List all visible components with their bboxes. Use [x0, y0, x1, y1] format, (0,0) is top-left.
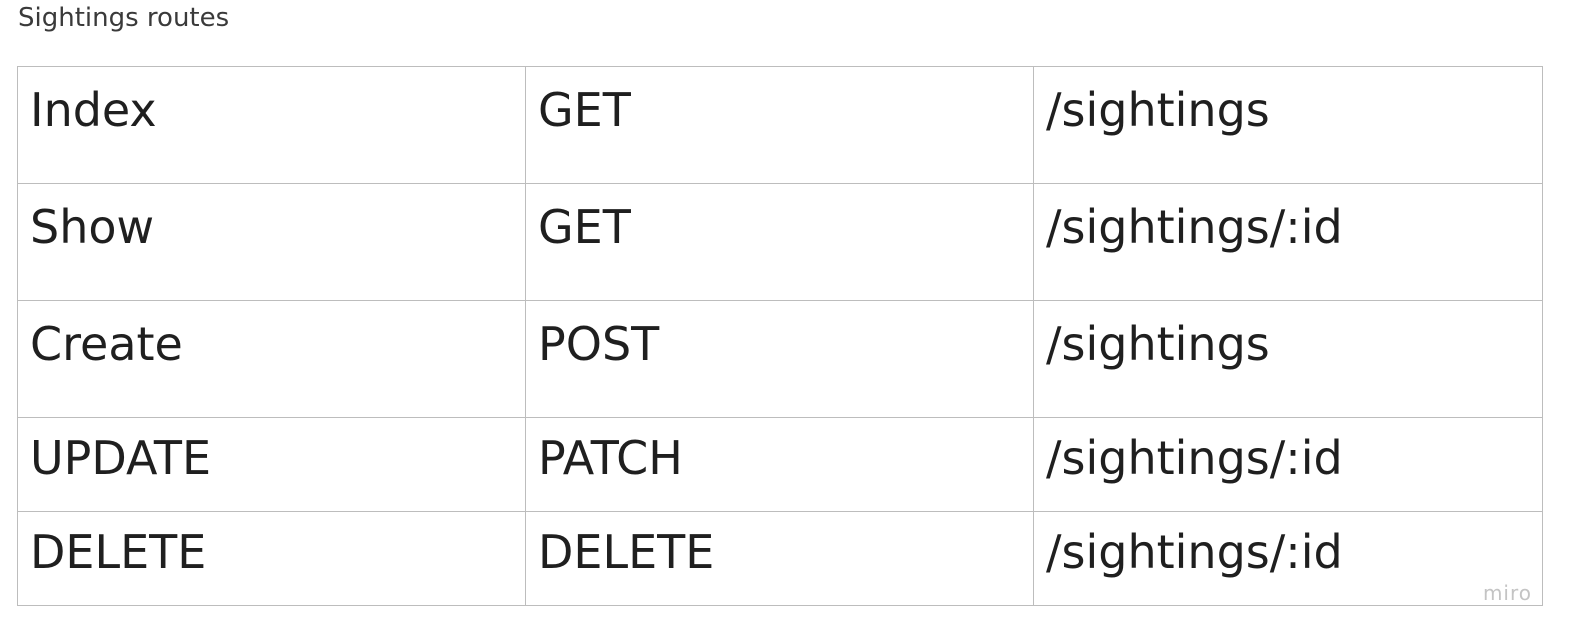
table-row: Show GET /sightings/:id — [17, 183, 1543, 301]
path-cell[interactable]: /sightings — [1033, 66, 1543, 184]
action-cell[interactable]: DELETE — [17, 511, 526, 606]
path-cell[interactable]: /sightings — [1033, 300, 1543, 418]
table-row: UPDATE PATCH /sightings/:id — [17, 417, 1543, 512]
action-cell[interactable]: UPDATE — [17, 417, 526, 512]
frame-title: Sightings routes — [18, 3, 230, 33]
table-row: DELETE DELETE /sightings/:id — [17, 511, 1543, 606]
method-cell[interactable]: DELETE — [525, 511, 1034, 606]
method-cell[interactable]: PATCH — [525, 417, 1034, 512]
path-cell[interactable]: /sightings/:id — [1033, 183, 1543, 301]
action-cell[interactable]: Index — [17, 66, 526, 184]
path-cell[interactable]: /sightings/:id — [1033, 417, 1543, 512]
method-cell[interactable]: GET — [525, 66, 1034, 184]
routes-table: Index GET /sightings Show GET /sightings… — [17, 66, 1543, 606]
method-cell[interactable]: GET — [525, 183, 1034, 301]
miro-watermark: miro — [1482, 581, 1532, 605]
method-cell[interactable]: POST — [525, 300, 1034, 418]
table-row: Create POST /sightings — [17, 300, 1543, 418]
action-cell[interactable]: Create — [17, 300, 526, 418]
path-cell[interactable]: /sightings/:id — [1033, 511, 1543, 606]
table-row: Index GET /sightings — [17, 66, 1543, 184]
action-cell[interactable]: Show — [17, 183, 526, 301]
